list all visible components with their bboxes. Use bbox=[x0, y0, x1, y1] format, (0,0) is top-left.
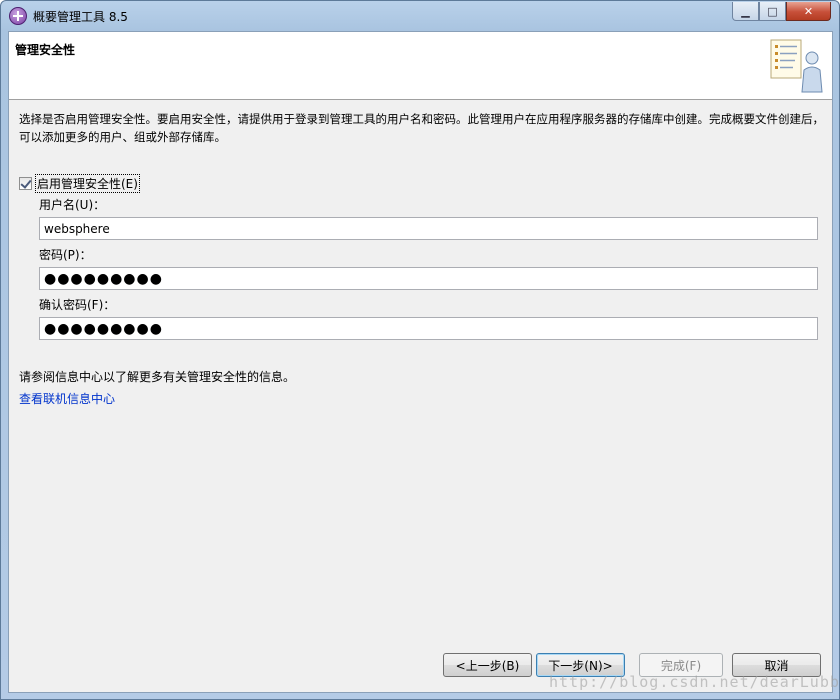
confirm-password-label: 确认密码(F)： bbox=[39, 298, 116, 312]
enable-security-row[interactable]: 启用管理安全性(E) bbox=[19, 174, 140, 193]
info-center-link[interactable]: 查看联机信息中心 bbox=[19, 390, 115, 407]
window-title: 概要管理工具 8.5 bbox=[33, 10, 128, 24]
page-description: 选择是否启用管理安全性。要启用安全性，请提供用于登录到管理工具的用户名和密码。此… bbox=[19, 112, 824, 144]
wizard-client-area: 管理安全性 选择是否启用管理安全性。要启用安全性，请提供用于登录到管理工具的用户… bbox=[8, 31, 833, 693]
enable-security-checkbox[interactable] bbox=[19, 177, 32, 190]
title-bar[interactable]: 概要管理工具 8.5 ▁ □ ✕ bbox=[1, 1, 839, 31]
wizard-person-icon bbox=[770, 39, 823, 93]
confirm-password-input[interactable] bbox=[39, 317, 818, 340]
username-label: 用户名(U)： bbox=[39, 198, 106, 212]
password-label: 密码(P)： bbox=[39, 248, 92, 262]
app-icon bbox=[9, 7, 27, 25]
close-button[interactable]: ✕ bbox=[786, 2, 831, 21]
wizard-banner: 管理安全性 bbox=[9, 32, 832, 100]
enable-security-label[interactable]: 启用管理安全性(E) bbox=[35, 174, 140, 193]
minimize-button[interactable]: ▁ bbox=[732, 2, 759, 21]
username-input[interactable] bbox=[39, 217, 818, 240]
wizard-window: 概要管理工具 8.5 ▁ □ ✕ 管理安全性 选择是否启用管理安全性。要启用安全… bbox=[0, 0, 840, 700]
watermark-text: http://blog.csdn.net/dearLubb bbox=[549, 673, 840, 691]
back-button[interactable]: <上一步(B) bbox=[443, 653, 532, 677]
info-center-text: 请参阅信息中心以了解更多有关管理安全性的信息。 bbox=[19, 370, 296, 384]
maximize-button[interactable]: □ bbox=[759, 2, 786, 21]
page-title: 管理安全性 bbox=[15, 43, 76, 57]
password-input[interactable] bbox=[39, 267, 818, 290]
